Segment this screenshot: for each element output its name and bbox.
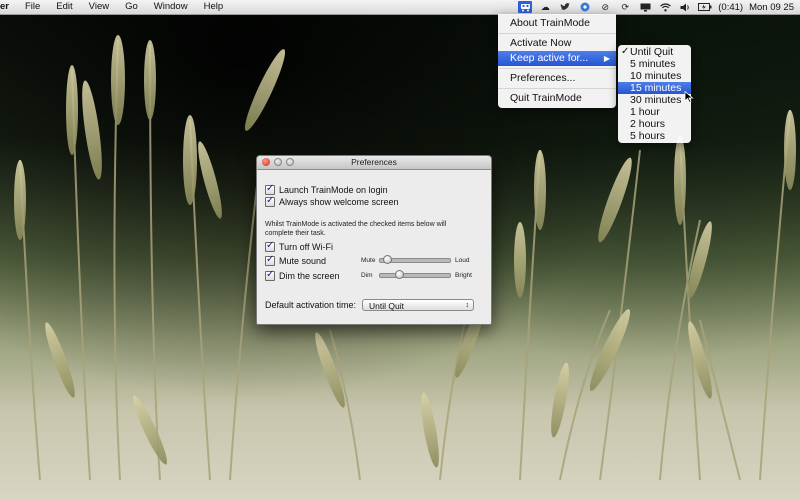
- submenu-1-hour[interactable]: 1 hour: [618, 106, 691, 118]
- mute-row[interactable]: Mute sound: [265, 254, 327, 266]
- menu-app-name[interactable]: er: [0, 0, 17, 14]
- menu-preferences[interactable]: Preferences...: [498, 71, 616, 86]
- launch-on-login-checkbox[interactable]: [265, 183, 275, 195]
- launch-on-login-row[interactable]: Launch TrainMode on login: [265, 183, 388, 195]
- window-titlebar[interactable]: Preferences: [257, 156, 491, 170]
- keep-active-submenu: ✓ Until Quit 5 minutes 10 minutes 15 min…: [618, 45, 691, 143]
- default-activation-row: Default activation time: Until Quit ↕: [265, 299, 475, 311]
- submenu-30-minutes[interactable]: 30 minutes: [618, 94, 691, 106]
- show-welcome-label: Always show welcome screen: [279, 196, 399, 207]
- default-activation-label: Default activation time:: [265, 300, 357, 310]
- menu-about-trainmode[interactable]: About TrainMode: [498, 16, 616, 31]
- twitter-icon[interactable]: [558, 1, 572, 13]
- activation-note: Whilst TrainMode is activated the checke…: [265, 221, 447, 237]
- volume-slider[interactable]: [379, 255, 451, 264]
- submenu-5-minutes[interactable]: 5 minutes: [618, 58, 691, 70]
- menu-edit[interactable]: Edit: [48, 0, 80, 14]
- submenu-2-hours[interactable]: 2 hours: [618, 118, 691, 130]
- volume-slider-thumb[interactable]: [383, 255, 392, 264]
- menu-help[interactable]: Help: [196, 0, 232, 14]
- minimize-button[interactable]: [274, 158, 282, 166]
- dim-screen-label: Dim the screen: [279, 270, 340, 281]
- mouse-pointer-icon: [684, 91, 694, 103]
- menubar-clock[interactable]: Mon 09 25: [749, 2, 794, 13]
- submenu-arrow-icon: ▶: [603, 54, 610, 63]
- menu-separator: [498, 68, 616, 69]
- dim-screen-checkbox[interactable]: [265, 269, 275, 281]
- preferences-window: Preferences Launch TrainMode on login Al…: [256, 155, 492, 325]
- mute-sound-checkbox[interactable]: [265, 254, 275, 266]
- turn-off-wifi-checkbox[interactable]: [265, 240, 275, 252]
- show-welcome-row[interactable]: Always show welcome screen: [265, 195, 399, 207]
- menu-file[interactable]: File: [17, 0, 48, 14]
- battery-time: (0:41): [718, 1, 744, 13]
- updown-chevron-icon: ↕: [465, 302, 470, 309]
- volume-max-label: Loud: [455, 257, 470, 264]
- submenu-option-label: Until Quit: [630, 46, 674, 58]
- volume-icon[interactable]: [678, 1, 692, 13]
- brightness-max-label: Bright: [455, 272, 472, 279]
- menu-quit-trainmode[interactable]: Quit TrainMode: [498, 91, 616, 106]
- default-activation-value: Until Quit: [369, 301, 405, 311]
- brightness-slider-group: Dim Bright: [361, 270, 472, 279]
- menu-view[interactable]: View: [81, 0, 117, 14]
- menu-go[interactable]: Go: [117, 0, 146, 14]
- dropbox-icon[interactable]: [578, 1, 592, 13]
- brightness-slider[interactable]: [379, 270, 451, 279]
- menu-activate-now[interactable]: Activate Now: [498, 36, 616, 51]
- trainmode-menu: About TrainMode Activate Now Keep active…: [498, 14, 616, 108]
- zoom-button[interactable]: [286, 158, 294, 166]
- volume-slider-group: Mute Loud: [361, 255, 470, 264]
- brightness-min-label: Dim: [361, 272, 373, 279]
- menu-separator: [498, 33, 616, 34]
- menu-window[interactable]: Window: [146, 0, 196, 14]
- close-button[interactable]: [262, 158, 270, 166]
- display-icon[interactable]: [638, 1, 652, 13]
- default-activation-select[interactable]: Until Quit ↕: [362, 299, 475, 311]
- brightness-slider-thumb[interactable]: [395, 270, 404, 279]
- menu-keep-active-label: Keep active for...: [510, 52, 589, 64]
- dim-row[interactable]: Dim the screen: [265, 269, 340, 281]
- timemachine-icon[interactable]: ⟳: [618, 1, 632, 13]
- checkmark-icon: ✓: [621, 46, 630, 57]
- launch-on-login-label: Launch TrainMode on login: [279, 184, 388, 195]
- mute-sound-label: Mute sound: [279, 255, 327, 266]
- submenu-10-minutes[interactable]: 10 minutes: [618, 70, 691, 82]
- sync-icon[interactable]: ⊘: [598, 1, 612, 13]
- wifi-icon[interactable]: [658, 1, 672, 13]
- status-area: ☁ ⊘ ⟳ (0:41) Mon 09 25: [515, 0, 800, 14]
- submenu-15-minutes[interactable]: 15 minutes: [618, 82, 691, 94]
- volume-min-label: Mute: [361, 257, 376, 264]
- submenu-until-quit[interactable]: ✓ Until Quit: [618, 46, 691, 58]
- menu-separator: [498, 88, 616, 89]
- menu-bar: er File Edit View Go Window Help ☁ ⊘ ⟳ (…: [0, 0, 800, 15]
- trainmode-icon[interactable]: [518, 1, 533, 13]
- turn-off-wifi-label: Turn off Wi-Fi: [279, 241, 334, 252]
- submenu-5-hours[interactable]: 5 hours: [618, 130, 691, 142]
- cloud-icon[interactable]: ☁: [538, 1, 552, 13]
- menu-keep-active-for[interactable]: Keep active for... ▶: [498, 51, 616, 66]
- show-welcome-checkbox[interactable]: [265, 195, 275, 207]
- battery-icon[interactable]: [698, 1, 712, 13]
- wifi-row[interactable]: Turn off Wi-Fi: [265, 240, 334, 252]
